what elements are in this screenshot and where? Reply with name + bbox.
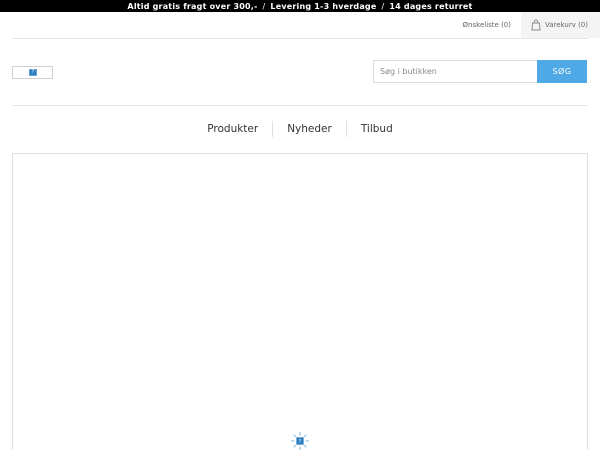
search-input[interactable] bbox=[373, 60, 537, 83]
nav-item-offers[interactable]: Tilbud bbox=[347, 120, 407, 138]
announcement-free-shipping: Altid gratis fragt over 300,- bbox=[127, 1, 258, 11]
svg-text:?: ? bbox=[299, 439, 302, 445]
cart-link[interactable]: Varekurv (0) bbox=[520, 12, 600, 38]
language-selector[interactable]: ? bbox=[12, 66, 53, 79]
loading-spinner-icon: ? bbox=[291, 432, 309, 450]
search-button[interactable]: SØG bbox=[537, 60, 587, 83]
search-form: SØG bbox=[373, 60, 587, 83]
cart-label: Varekurv (0) bbox=[544, 21, 588, 29]
announcement-separator: / bbox=[381, 1, 385, 11]
announcement-delivery: Levering 1-3 hverdage bbox=[270, 1, 377, 11]
announcement-bar: Altid gratis fragt over 300,- / Levering… bbox=[0, 0, 600, 12]
language-flag-icon: ? bbox=[29, 69, 37, 76]
nav-top-divider bbox=[12, 105, 588, 106]
main-navigation: Produkter Nyheder Tilbud bbox=[0, 120, 600, 138]
shopping-bag-icon bbox=[531, 19, 541, 31]
main-content-frame bbox=[12, 153, 588, 450]
nav-item-products[interactable]: Produkter bbox=[193, 120, 272, 138]
announcement-returns: 14 dages returret bbox=[389, 1, 473, 11]
header-links: Ønskeliste (0) Varekurv (0) bbox=[454, 12, 600, 38]
announcement-separator: / bbox=[262, 1, 266, 11]
nav-item-news[interactable]: Nyheder bbox=[273, 120, 346, 138]
wishlist-link[interactable]: Ønskeliste (0) bbox=[454, 12, 521, 38]
header-divider bbox=[12, 38, 588, 39]
